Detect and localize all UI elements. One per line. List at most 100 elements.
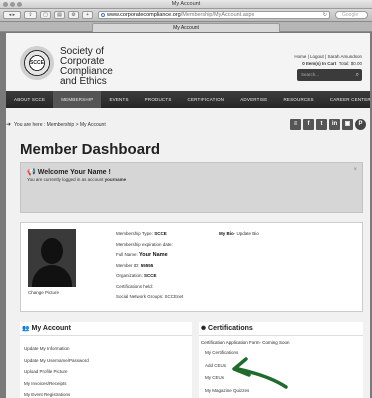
certification-links: My Certifications Add CEUs My CEUs My Ma… [205,347,249,397]
page-title: Member Dashboard [20,141,161,158]
close-icon[interactable]: × [353,167,357,173]
certification-form-note: Certification Application Form- Coming S… [201,340,290,345]
pinterest-icon[interactable]: P [355,119,366,130]
share-icon[interactable]: ⇪ [24,11,37,19]
nav-certification[interactable]: CERTIFICATION [180,91,233,108]
url-path: /Membership/MyAccount.aspx [180,12,255,18]
browser-toolbar: ◂ ▸ ⇪ ▢ ▤ ⚙ + www.corporatecompliance.or… [0,9,372,22]
member-details: Membership Type: SCCE Membership expirat… [116,229,183,303]
nav-resources[interactable]: RESOURCES [275,91,321,108]
welcome-subtitle: You are currently logged in as account y… [27,177,126,182]
detail-member-id: Member ID: 55555 [116,261,183,272]
nav-about[interactable]: ABOUT SCCE [6,91,53,108]
breadcrumb: ➜ You are here : Membership > My Account [6,121,106,128]
detail-organization: Organization: SCCE [116,271,183,282]
welcome-subtitle-text: You are currently logged in as account [27,177,104,182]
web-page: SCCE Society of Corporate Compliance and… [6,33,370,398]
cart-total: Total: $0.00 [338,61,362,66]
scce-net-icon[interactable]: ≡ [290,119,301,130]
nav-products[interactable]: PRODUCTS [137,91,180,108]
detail-label: Membership Type: [116,231,153,236]
silhouette-body [32,265,72,287]
account-links: Update My Information Update My Username… [24,343,89,398]
detail-full-name: Full Name: Your Name [116,250,183,261]
detail-certifications: Certifications held: [116,282,183,293]
window-title: My Account [171,1,201,7]
link-event-registrations[interactable]: My Event Registrations [24,389,89,398]
nav-advertise[interactable]: ADVERTISE [232,91,275,108]
detail-membership-type: Membership Type: SCCE [116,229,183,240]
detail-social-groups: Social Network Groups: SCCEnet [116,292,183,303]
users-icon: 👥 [22,326,30,332]
detail-label: Membership expiration date: [116,241,173,247]
link-my-ceus[interactable]: My CEUs [205,372,249,385]
breadcrumb-item-membership[interactable]: Membership [47,122,75,128]
cart-items: 0 Item(s) In Cart [302,61,337,66]
nav-career-center[interactable]: CAREER CENTER [322,91,370,108]
scce-logo[interactable]: SCCE [20,46,54,80]
change-picture-link[interactable]: Change Picture [28,290,59,295]
search-icon[interactable]: ⌕ [356,69,359,81]
breadcrumb-separator: > [75,122,79,128]
link-my-certifications[interactable]: My Certifications [205,347,249,360]
my-account-title: My Account [31,325,71,332]
bio-label: My Bio [219,231,234,236]
breadcrumb-item-my-account[interactable]: My Account [80,122,106,128]
twitter-icon[interactable]: t [316,119,327,130]
nav-events[interactable]: EVENTS [101,91,136,108]
main-nav: ABOUT SCCE MEMBERSHIP EVENTS PRODUCTS CE… [6,91,370,108]
address-bar[interactable]: www.corporatecompliance.org/Membership/M… [98,11,330,19]
link-upload-picture[interactable]: Upload Profile Picture [24,366,89,378]
reader-icon[interactable]: ▢ [40,11,51,19]
welcome-title: Welcome Your Name ! [37,169,111,176]
my-account-heading: 👥 My Account [20,322,192,336]
silhouette-head [41,238,63,264]
welcome-panel: 📢 Welcome Your Name ! You are currently l… [20,162,363,213]
detail-value: SCCE [154,231,167,236]
link-magazine-quizzes[interactable]: My Magazine Quizzes [205,385,249,398]
settings-icon[interactable]: ⚙ [68,11,79,19]
detail-value: 55555 [140,262,154,268]
welcome-username: yourname [104,177,127,182]
link-add-ceus[interactable]: Add CEUs [205,360,249,373]
back-forward-button[interactable]: ◂ ▸ [3,11,21,19]
certifications-heading: ✺ Certifications [199,322,363,336]
tab-my-account[interactable]: My Account [92,23,280,32]
detail-label: Social Network Groups: [116,294,164,299]
detail-label: Certifications held: [116,283,154,289]
header-links[interactable]: Home | Logout | Sarah Amundson [294,54,362,59]
tab-bar: My Account [0,22,372,32]
link-update-credentials[interactable]: Update My Username/Password [24,355,89,367]
browser-search-input[interactable]: Google [335,11,368,19]
org-name-line: and Ethics [60,76,107,87]
youtube-icon[interactable]: ▣ [342,119,353,130]
site-search-input[interactable]: Search... ⌕ [297,69,362,81]
new-tab-icon[interactable]: + [82,11,93,19]
org-name[interactable]: Society of Corporate Compliance and Ethi… [60,47,113,87]
detail-label: Member ID: [116,262,140,268]
arrow-right-icon: ➜ [6,122,12,128]
certifications-title: Certifications [208,325,253,332]
url-host: www.corporatecompliance.org [107,12,181,18]
logo-text: SCCE [30,60,44,66]
detail-label: Full Name: [116,252,138,257]
profile-card: Change Picture Membership Type: SCCE Mem… [20,222,363,312]
update-bio-link[interactable]: - Update Bio [234,231,259,236]
link-update-info[interactable]: Update My Information [24,343,89,355]
cart-summary[interactable]: 0 Item(s) In Cart Total: $0.00 [302,61,362,66]
site-search-placeholder: Search... [301,72,320,77]
profile-picture[interactable] [28,229,76,287]
bookmark-icon[interactable]: ▤ [54,11,65,19]
link-invoices[interactable]: My Invoices/Receipts [24,378,89,390]
facebook-icon[interactable]: f [303,119,314,130]
bio-section: My Bio- Update Bio [219,229,259,240]
detail-value: SCCE [144,273,157,278]
my-account-section: 👥 My Account Update My Information Update… [20,322,192,398]
site-header: SCCE Society of Corporate Compliance and… [6,33,370,91]
window-titlebar: My Account [0,0,372,9]
reload-icon[interactable]: ↻ [323,12,327,18]
detail-label: Organization: [116,273,143,278]
nav-membership[interactable]: MEMBERSHIP [53,91,102,108]
detail-value: Your Name [139,252,168,258]
linkedin-icon[interactable]: in [329,119,340,130]
